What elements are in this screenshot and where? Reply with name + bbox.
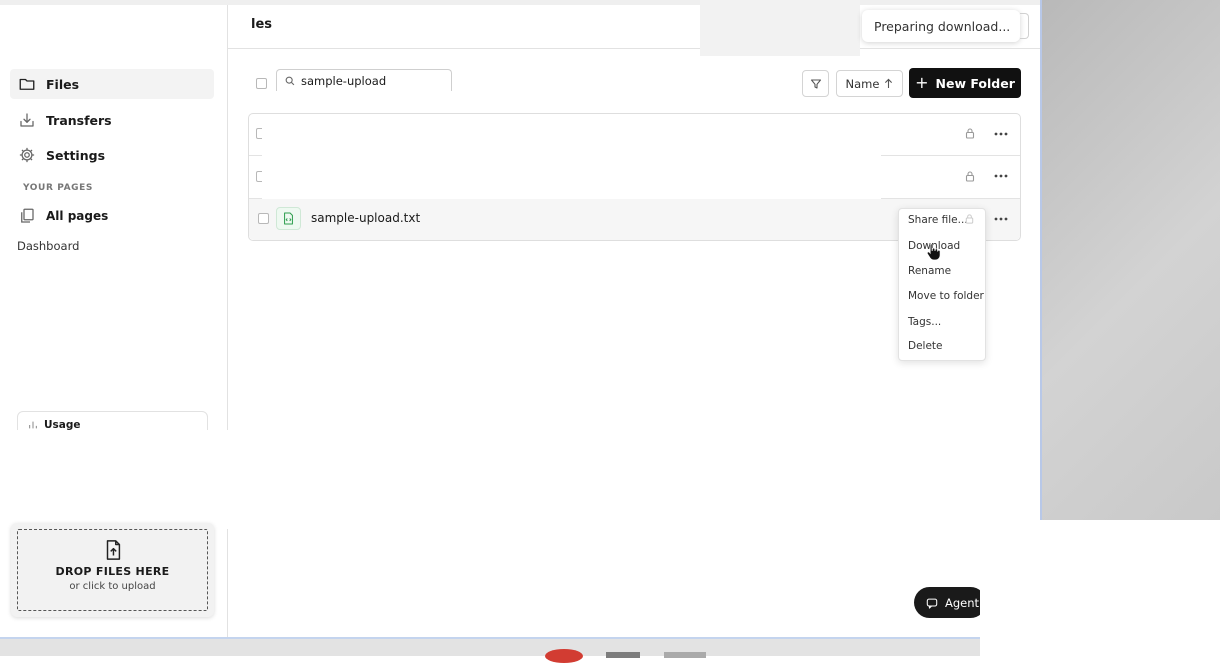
filter-icon bbox=[810, 78, 822, 90]
window-top-strip bbox=[0, 0, 1040, 5]
lock-icon bbox=[964, 213, 976, 225]
sort-label: Name bbox=[845, 76, 880, 91]
more-options-icon[interactable] bbox=[993, 126, 1009, 142]
agent-label: Agent bbox=[945, 595, 980, 610]
drop-zone-target[interactable]: DROP FILES HERE or click to upload bbox=[17, 529, 208, 611]
sidebar-item-transfers[interactable]: Transfers bbox=[10, 105, 214, 135]
taskbar bbox=[0, 637, 980, 656]
select-all-checkbox[interactable] bbox=[256, 78, 267, 89]
agent-button[interactable]: Agent bbox=[914, 587, 986, 618]
pages-icon bbox=[18, 207, 36, 225]
sort-button[interactable]: Name bbox=[836, 70, 903, 97]
sidebar-item-all-pages[interactable]: All pages bbox=[10, 201, 214, 231]
menu-item-rename[interactable]: Rename bbox=[908, 265, 951, 277]
sidebar-item-files[interactable]: Files bbox=[10, 69, 214, 99]
sidebar-item-label: Transfers bbox=[46, 112, 112, 128]
taskbar-app-icon[interactable] bbox=[664, 652, 706, 658]
menu-item-tags[interactable]: Tags... bbox=[908, 316, 941, 328]
search-value: sample-upload bbox=[301, 73, 387, 88]
menu-item-move[interactable]: Move to folder bbox=[908, 290, 984, 302]
upload-file-icon bbox=[102, 539, 124, 561]
taskbar-app-icon[interactable] bbox=[545, 649, 583, 663]
menu-item-share[interactable]: Share file... bbox=[908, 214, 968, 226]
new-folder-label: New Folder bbox=[935, 75, 1015, 91]
more-options-icon[interactable] bbox=[993, 211, 1009, 227]
file-name[interactable]: sample-upload.txt bbox=[311, 211, 420, 225]
bar-chart-icon bbox=[28, 420, 38, 430]
sidebar-item-settings[interactable]: Settings bbox=[10, 140, 214, 170]
desktop-background bbox=[1042, 0, 1220, 520]
transfers-icon bbox=[18, 111, 36, 129]
row-checkbox[interactable] bbox=[258, 213, 269, 224]
more-options-icon[interactable] bbox=[993, 168, 1009, 184]
search-icon bbox=[285, 76, 295, 86]
search-input[interactable]: sample-upload bbox=[276, 69, 452, 91]
sidebar-item-dashboard[interactable]: Dashboard bbox=[17, 239, 79, 253]
folder-icon bbox=[18, 75, 36, 93]
drop-title: DROP FILES HERE bbox=[55, 565, 170, 578]
new-folder-button[interactable]: + New Folder bbox=[909, 68, 1021, 98]
lock-icon bbox=[964, 170, 976, 182]
toast-notification: Preparing download... bbox=[862, 10, 1020, 42]
code-file-icon bbox=[276, 207, 301, 230]
blank-region bbox=[980, 585, 1000, 621]
plus-icon: + bbox=[915, 73, 929, 92]
sidebar-item-label: All pages bbox=[46, 209, 109, 223]
blank-region bbox=[262, 114, 881, 200]
context-menu bbox=[898, 208, 986, 361]
chat-icon bbox=[926, 597, 938, 609]
blank-overlay bbox=[700, 0, 860, 56]
sidebar-item-label: Settings bbox=[46, 147, 106, 163]
menu-item-delete[interactable]: Delete bbox=[908, 340, 943, 352]
sidebar-item-label: Files bbox=[46, 76, 80, 92]
gear-icon bbox=[18, 146, 36, 164]
sidebar-divider bbox=[227, 5, 228, 637]
filter-button[interactable] bbox=[802, 70, 829, 97]
header-divider bbox=[228, 48, 1040, 49]
hand-cursor-icon bbox=[926, 242, 941, 261]
blank-region bbox=[0, 430, 230, 529]
section-label: YOUR PAGES bbox=[23, 183, 93, 193]
lock-icon bbox=[964, 127, 976, 139]
arrow-up-icon bbox=[884, 78, 893, 89]
toast-message: Preparing download... bbox=[874, 18, 1011, 34]
page-title: les bbox=[251, 17, 273, 32]
drop-subtitle: or click to upload bbox=[69, 581, 156, 592]
taskbar-app-icon[interactable] bbox=[606, 652, 640, 658]
toast-edge bbox=[1020, 13, 1029, 39]
